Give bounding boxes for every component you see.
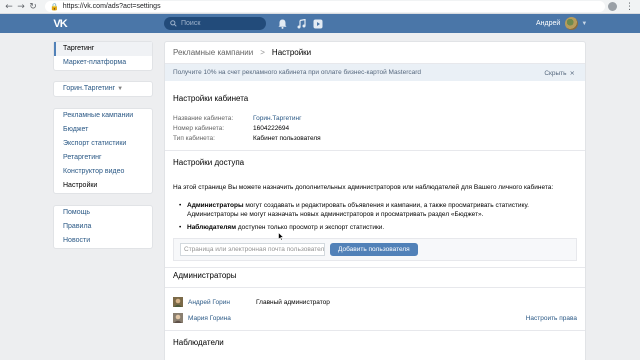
breadcrumb-separator: >	[260, 48, 265, 57]
admin-name[interactable]: Андрей Горин	[188, 299, 256, 306]
cabinet-name-row: Название кабинета: Горин.Таргетинг	[173, 115, 301, 122]
sidebar-section-cabinet: Рекламные кампании Бюджет Экспорт статис…	[53, 108, 153, 194]
search-icon	[170, 20, 177, 27]
sidebar-item-rules[interactable]: Правила	[54, 220, 152, 234]
sidebar-item-export[interactable]: Экспорт статистики	[54, 137, 152, 151]
reload-icon[interactable]: ↻	[27, 1, 39, 13]
vk-logo[interactable]: VK	[52, 17, 68, 30]
access-intro-text: На этой странице Вы можете назначить доп…	[173, 184, 554, 191]
sidebar-item-targeting[interactable]: Таргетинг	[54, 42, 152, 56]
url-text: https://vk.com/ads?act=settings	[62, 3, 161, 10]
back-icon[interactable]: ←	[3, 1, 15, 13]
sidebar-account-selector[interactable]: Горин.Таргетинг ▼	[53, 81, 153, 97]
user-name: Андрей	[536, 20, 561, 27]
address-bar[interactable]: 🔒 https://vk.com/ads?act=settings	[45, 1, 605, 12]
observers-description: Наблюдателям доступен только просмотр и …	[177, 223, 577, 232]
cabinet-number-row: Номер кабинета: 1604222694	[173, 125, 289, 132]
page-title: Настройки	[271, 48, 312, 57]
configure-rights-link[interactable]: Настроить права	[526, 315, 577, 322]
cabinet-number-value: 1604222694	[253, 125, 290, 132]
promo-text[interactable]: Получите 10% на счет рекламного кабинета…	[173, 69, 421, 76]
cabinet-name-label: Название кабинета:	[173, 115, 234, 122]
close-icon: ×	[569, 68, 575, 77]
search-placeholder: Поиск	[181, 20, 201, 27]
observers-title: Наблюдатели	[173, 338, 224, 347]
lock-icon: 🔒	[50, 2, 59, 11]
admins-title: Администраторы	[173, 271, 237, 280]
admin-role: Главный администратор	[256, 298, 330, 306]
breadcrumb-campaigns[interactable]: Рекламные кампании	[173, 48, 253, 57]
admins-description: Администраторы могут создавать и редакти…	[177, 201, 577, 219]
browser-menu-icon[interactable]: ⋮	[625, 2, 634, 12]
observers-term: Наблюдателям	[187, 224, 237, 231]
user-search-input[interactable]	[180, 243, 325, 256]
cabinet-number-label: Номер кабинета:	[173, 125, 225, 132]
avatar[interactable]	[173, 297, 183, 307]
divider	[165, 287, 585, 288]
sidebar-item-help[interactable]: Помощь	[54, 206, 152, 220]
admins-term: Администраторы	[187, 202, 244, 209]
divider	[165, 330, 585, 331]
sidebar-item-retargeting[interactable]: Ретаргетинг	[54, 151, 152, 165]
sidebar-item-settings[interactable]: Настройки	[54, 179, 152, 193]
sidebar-item-campaigns[interactable]: Рекламные кампании	[54, 109, 152, 123]
extension-icon[interactable]	[608, 2, 617, 11]
sidebar-item-market-platform[interactable]: Маркет-платформа	[54, 56, 152, 70]
promo-banner: Получите 10% на счет рекламного кабинета…	[165, 64, 585, 81]
admin-row: Андрей Горин Главный администратор	[173, 295, 577, 309]
sidebar-item-news[interactable]: Новости	[54, 234, 152, 248]
avatar[interactable]	[173, 313, 183, 323]
admin-row: Мария Горина Настроить права	[173, 311, 577, 325]
add-user-form: Добавить пользователя	[173, 238, 577, 261]
promo-hide-button[interactable]: Скрыть ×	[544, 69, 575, 77]
music-icon[interactable]	[296, 18, 307, 29]
breadcrumb: Рекламные кампании > Настройки	[165, 42, 585, 64]
cabinet-type-row: Тип кабинета: Кабинет пользователя	[173, 135, 321, 142]
divider	[165, 267, 585, 268]
promo-hide-label: Скрыть	[544, 69, 567, 77]
cabinet-type-label: Тип кабинета:	[173, 135, 215, 142]
search-input[interactable]: Поиск	[164, 17, 266, 30]
chevron-down-icon: ▼	[117, 86, 124, 92]
settings-panel: Рекламные кампании > Настройки Получите …	[164, 41, 586, 360]
admin-name[interactable]: Мария Горина	[188, 315, 256, 322]
browser-toolbar: ← → ↻ 🔒 https://vk.com/ads?act=settings …	[0, 0, 640, 14]
cabinet-settings-title: Настройки кабинета	[173, 94, 249, 103]
access-settings-title: Настройки доступа	[173, 158, 245, 167]
avatar	[565, 17, 579, 30]
account-name: Горин.Таргетинг	[63, 85, 116, 92]
divider	[165, 150, 585, 151]
chevron-down-icon: ▼	[581, 20, 588, 27]
sidebar-item-video-constructor[interactable]: Конструктор видео	[54, 165, 152, 179]
forward-icon[interactable]: →	[15, 1, 27, 13]
sidebar-item-budget[interactable]: Бюджет	[54, 123, 152, 137]
sidebar-section-main: Таргетинг Маркет-платформа	[53, 41, 153, 71]
cabinet-type-value: Кабинет пользователя	[253, 135, 321, 142]
mouse-cursor-icon	[278, 232, 284, 241]
cabinet-name-value[interactable]: Горин.Таргетинг	[253, 115, 301, 122]
sidebar-section-help: Помощь Правила Новости	[53, 205, 153, 249]
add-user-button[interactable]: Добавить пользователя	[330, 243, 418, 256]
user-menu[interactable]: Андрей ▼	[536, 17, 587, 30]
play-icon[interactable]	[312, 18, 323, 29]
observers-desc-text: доступен только просмотр и экспорт стати…	[236, 224, 385, 231]
bell-icon[interactable]	[277, 18, 288, 29]
site-header: VK Поиск Андрей ▼	[0, 14, 640, 33]
